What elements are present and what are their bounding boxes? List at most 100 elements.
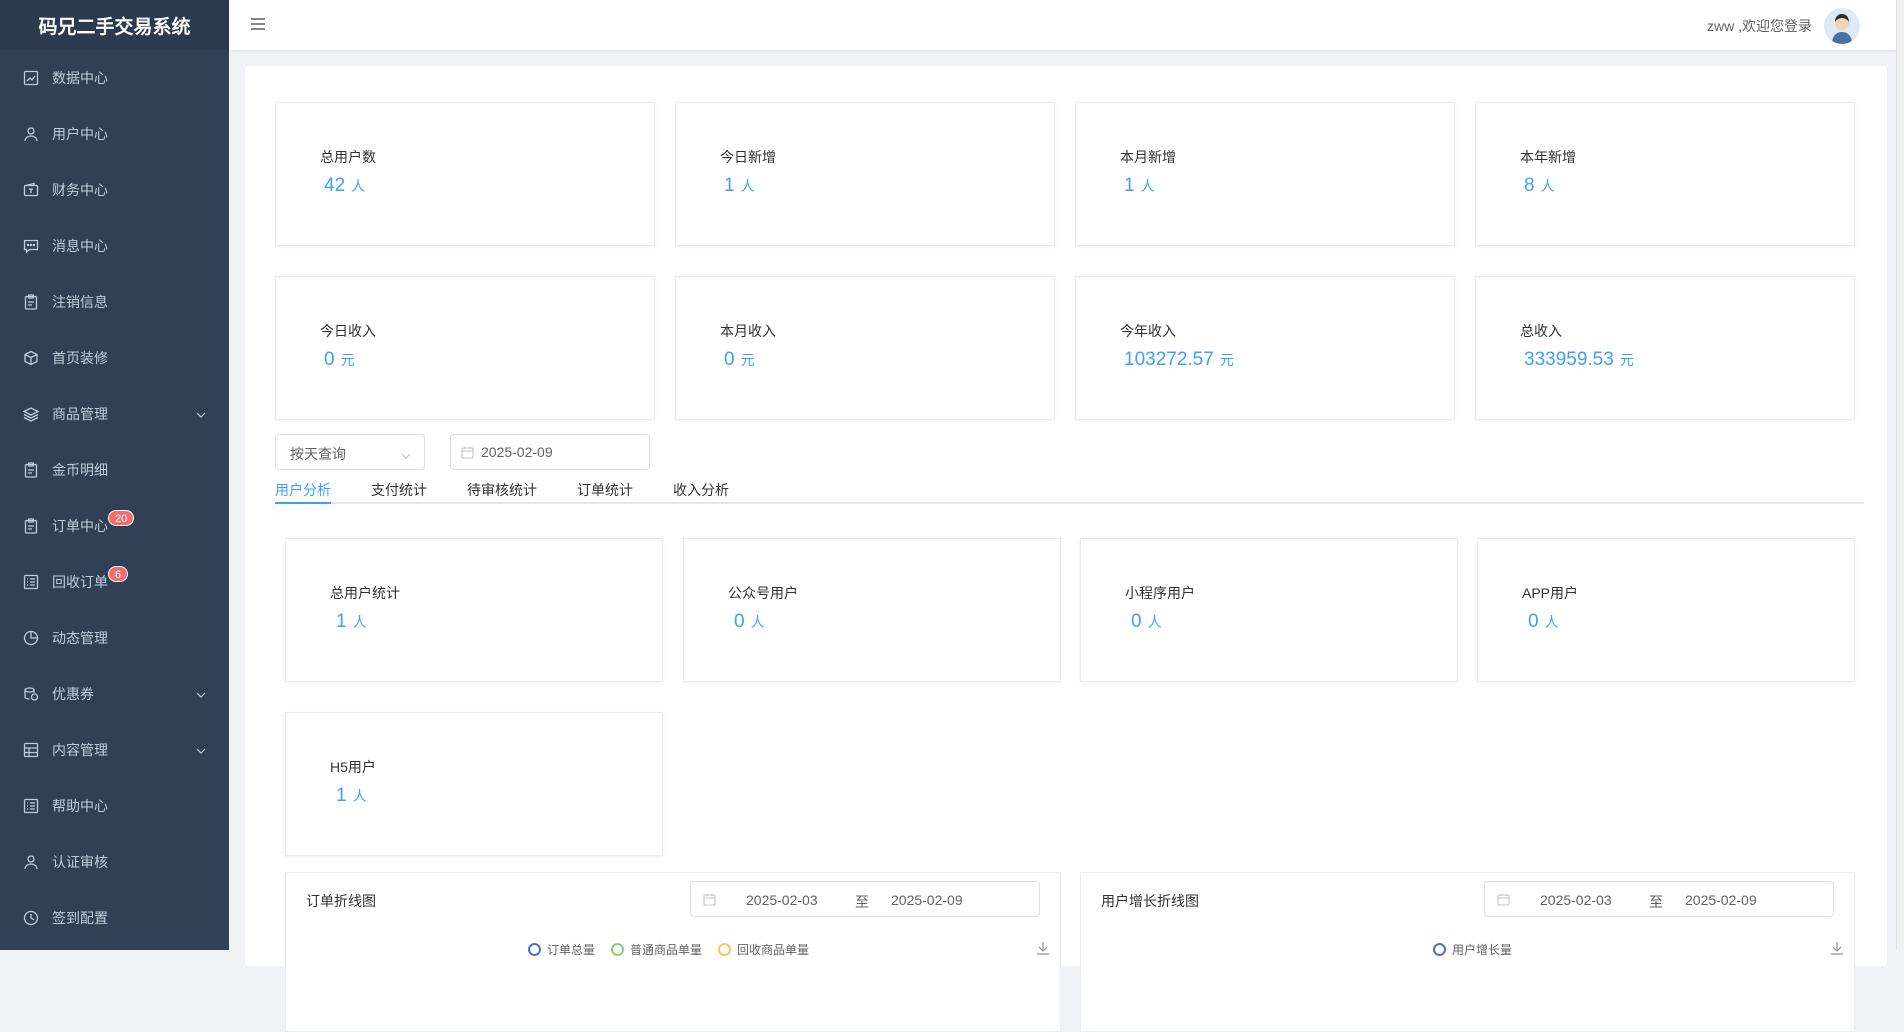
sidebar-item-data-center[interactable]: 数据中心 bbox=[0, 50, 229, 106]
sidebar-item-verification[interactable]: 认证审核 bbox=[0, 834, 229, 890]
order-date-range[interactable]: 2025-02-03 至 2025-02-09 bbox=[690, 881, 1040, 917]
chart-icon bbox=[22, 69, 40, 87]
sidebar-item-home-decor[interactable]: 首页装修 bbox=[0, 330, 229, 386]
stat-value: 1人 bbox=[336, 785, 367, 806]
date-picker[interactable]: 2025-02-09 bbox=[450, 434, 650, 470]
stat-value: 1人 bbox=[336, 611, 367, 632]
stat-label: 总用户统计 bbox=[330, 585, 400, 601]
sidebar-item-label: 首页装修 bbox=[52, 350, 108, 366]
stat-value: 0人 bbox=[734, 611, 765, 632]
sidebar-item-label: 数据中心 bbox=[52, 70, 108, 86]
stat-value: 1人 bbox=[1124, 175, 1155, 196]
tab-user-analysis[interactable]: 用户分析 bbox=[275, 480, 331, 500]
stat-card-total-income: 总收入 333959.53 元 bbox=[1475, 276, 1855, 420]
query-mode-select[interactable]: 按天查询 bbox=[275, 434, 425, 470]
sidebar-item-label: 优惠券 bbox=[52, 686, 94, 702]
chevron-down-icon bbox=[195, 686, 207, 702]
stat-card-year-new: 本年新增 8人 bbox=[1475, 102, 1855, 246]
stat-card-month-income: 本月收入 0元 bbox=[675, 276, 1055, 420]
clipboard-icon bbox=[22, 461, 40, 479]
list-icon bbox=[22, 797, 40, 815]
range-end: 2025-02-09 bbox=[1685, 892, 1757, 908]
user-icon bbox=[22, 853, 40, 871]
brand-title: 码兄二手交易系统 bbox=[0, 0, 229, 50]
stat-card-today-income: 今日收入 0元 bbox=[275, 276, 655, 420]
stat-label: 本月收入 bbox=[720, 323, 776, 339]
sidebar-item-label: 金币明细 bbox=[52, 462, 108, 478]
recycle-badge: 6 bbox=[108, 566, 129, 582]
clipboard-icon bbox=[22, 293, 40, 311]
tab-pending-review[interactable]: 待审核统计 bbox=[467, 480, 537, 500]
sidebar-item-products[interactable]: 商品管理 bbox=[0, 386, 229, 442]
stat-value: 42 人 bbox=[324, 175, 366, 196]
download-icon[interactable] bbox=[1036, 941, 1050, 960]
grid-icon bbox=[22, 741, 40, 759]
orders-badge: 20 bbox=[108, 510, 135, 526]
user-stat-card-official-account: 公众号用户 0人 bbox=[683, 538, 1061, 682]
clock-icon bbox=[22, 909, 40, 927]
stat-value: 0人 bbox=[1528, 611, 1559, 632]
stat-label: H5用户 bbox=[330, 759, 376, 775]
stat-card-today-new: 今日新增 1人 bbox=[675, 102, 1055, 246]
sidebar-item-label: 内容管理 bbox=[52, 742, 108, 758]
user-stat-card-app: APP用户 0人 bbox=[1477, 538, 1855, 682]
sidebar-item-label: 帮助中心 bbox=[52, 798, 108, 814]
analysis-tabs: 用户分析 支付统计 待审核统计 订单统计 收入分析 bbox=[275, 470, 1864, 504]
sidebar-item-label: 商品管理 bbox=[52, 406, 108, 422]
user-stat-card-h5: H5用户 1人 bbox=[285, 712, 663, 856]
user-stat-card-total: 总用户统计 1人 bbox=[285, 538, 663, 682]
query-mode-value: 按天查询 bbox=[290, 446, 346, 462]
pie-icon bbox=[22, 629, 40, 647]
stat-label: 本年新增 bbox=[1520, 149, 1576, 165]
stat-value: 8人 bbox=[1524, 175, 1555, 196]
sidebar-item-coupons[interactable]: 优惠券 bbox=[0, 666, 229, 722]
tab-payment-stats[interactable]: 支付统计 bbox=[371, 480, 427, 500]
download-icon[interactable] bbox=[1830, 941, 1844, 960]
chevron-down-icon bbox=[195, 406, 207, 422]
sidebar-item-coins[interactable]: 金币明细 bbox=[0, 442, 229, 498]
active-tab-indicator bbox=[275, 502, 331, 504]
tab-income-analysis[interactable]: 收入分析 bbox=[673, 480, 729, 500]
stat-label: 本月新增 bbox=[1120, 149, 1176, 165]
hamburger-icon[interactable] bbox=[249, 15, 267, 38]
welcome-text: zww ,欢迎您登录 bbox=[1707, 18, 1812, 34]
range-separator: 至 bbox=[855, 894, 869, 910]
sidebar-item-label: 财务中心 bbox=[52, 182, 108, 198]
sidebar-item-orders[interactable]: 订单中心 20 bbox=[0, 498, 229, 554]
date-value: 2025-02-09 bbox=[481, 444, 553, 460]
sidebar-item-label: 订单中心 bbox=[52, 518, 108, 534]
sidebar-item-help[interactable]: 帮助中心 bbox=[0, 778, 229, 834]
sidebar-item-recycle-orders[interactable]: 回收订单 6 bbox=[0, 554, 229, 610]
stat-card-total-users: 总用户数 42 人 bbox=[275, 102, 655, 246]
avatar[interactable] bbox=[1824, 8, 1860, 44]
main-content: 总用户数 42 人 今日新增 1人 本月新增 1人 本年新增 8人 今日收入 0元… bbox=[245, 66, 1887, 1032]
stat-value: 0元 bbox=[324, 349, 355, 370]
sidebar-item-label: 签到配置 bbox=[52, 910, 108, 926]
stat-card-year-income: 今年收入 103272.57 元 bbox=[1075, 276, 1455, 420]
sidebar-item-messages[interactable]: 消息中心 bbox=[0, 218, 229, 274]
tab-order-stats[interactable]: 订单统计 bbox=[577, 480, 633, 500]
user-stat-card-mini-program: 小程序用户 0人 bbox=[1080, 538, 1458, 682]
stat-label: 今日新增 bbox=[720, 149, 776, 165]
stat-card-month-new: 本月新增 1人 bbox=[1075, 102, 1455, 246]
sidebar-item-content[interactable]: 内容管理 bbox=[0, 722, 229, 778]
calendar-icon bbox=[1497, 893, 1510, 909]
stat-value: 103272.57 元 bbox=[1124, 349, 1234, 370]
calendar-icon bbox=[703, 893, 716, 909]
sidebar-item-cancellation[interactable]: 注销信息 bbox=[0, 274, 229, 330]
message-icon bbox=[22, 237, 40, 255]
growth-date-range[interactable]: 2025-02-03 至 2025-02-09 bbox=[1484, 881, 1834, 917]
wallet-icon bbox=[22, 181, 40, 199]
page-scrollbar[interactable] bbox=[1896, 0, 1904, 950]
sidebar-item-dynamics[interactable]: 动态管理 bbox=[0, 610, 229, 666]
layers-icon bbox=[22, 405, 40, 423]
sidebar-item-checkin[interactable]: 签到配置 bbox=[0, 890, 229, 946]
chevron-down-icon bbox=[195, 742, 207, 758]
user-growth-chart-panel: 用户增长折线图 2025-02-03 至 2025-02-09 用户增长量 bbox=[1080, 872, 1855, 1032]
sidebar-item-finance[interactable]: 财务中心 bbox=[0, 162, 229, 218]
sidebar-item-label: 动态管理 bbox=[52, 630, 108, 646]
sidebar-item-user-center[interactable]: 用户中心 bbox=[0, 106, 229, 162]
stat-label: 今日收入 bbox=[320, 323, 376, 339]
sidebar: 码兄二手交易系统 数据中心 用户中心 财务中心 消息中心 注销信息 首页装修 商… bbox=[0, 0, 229, 950]
calendar-icon bbox=[461, 446, 474, 462]
